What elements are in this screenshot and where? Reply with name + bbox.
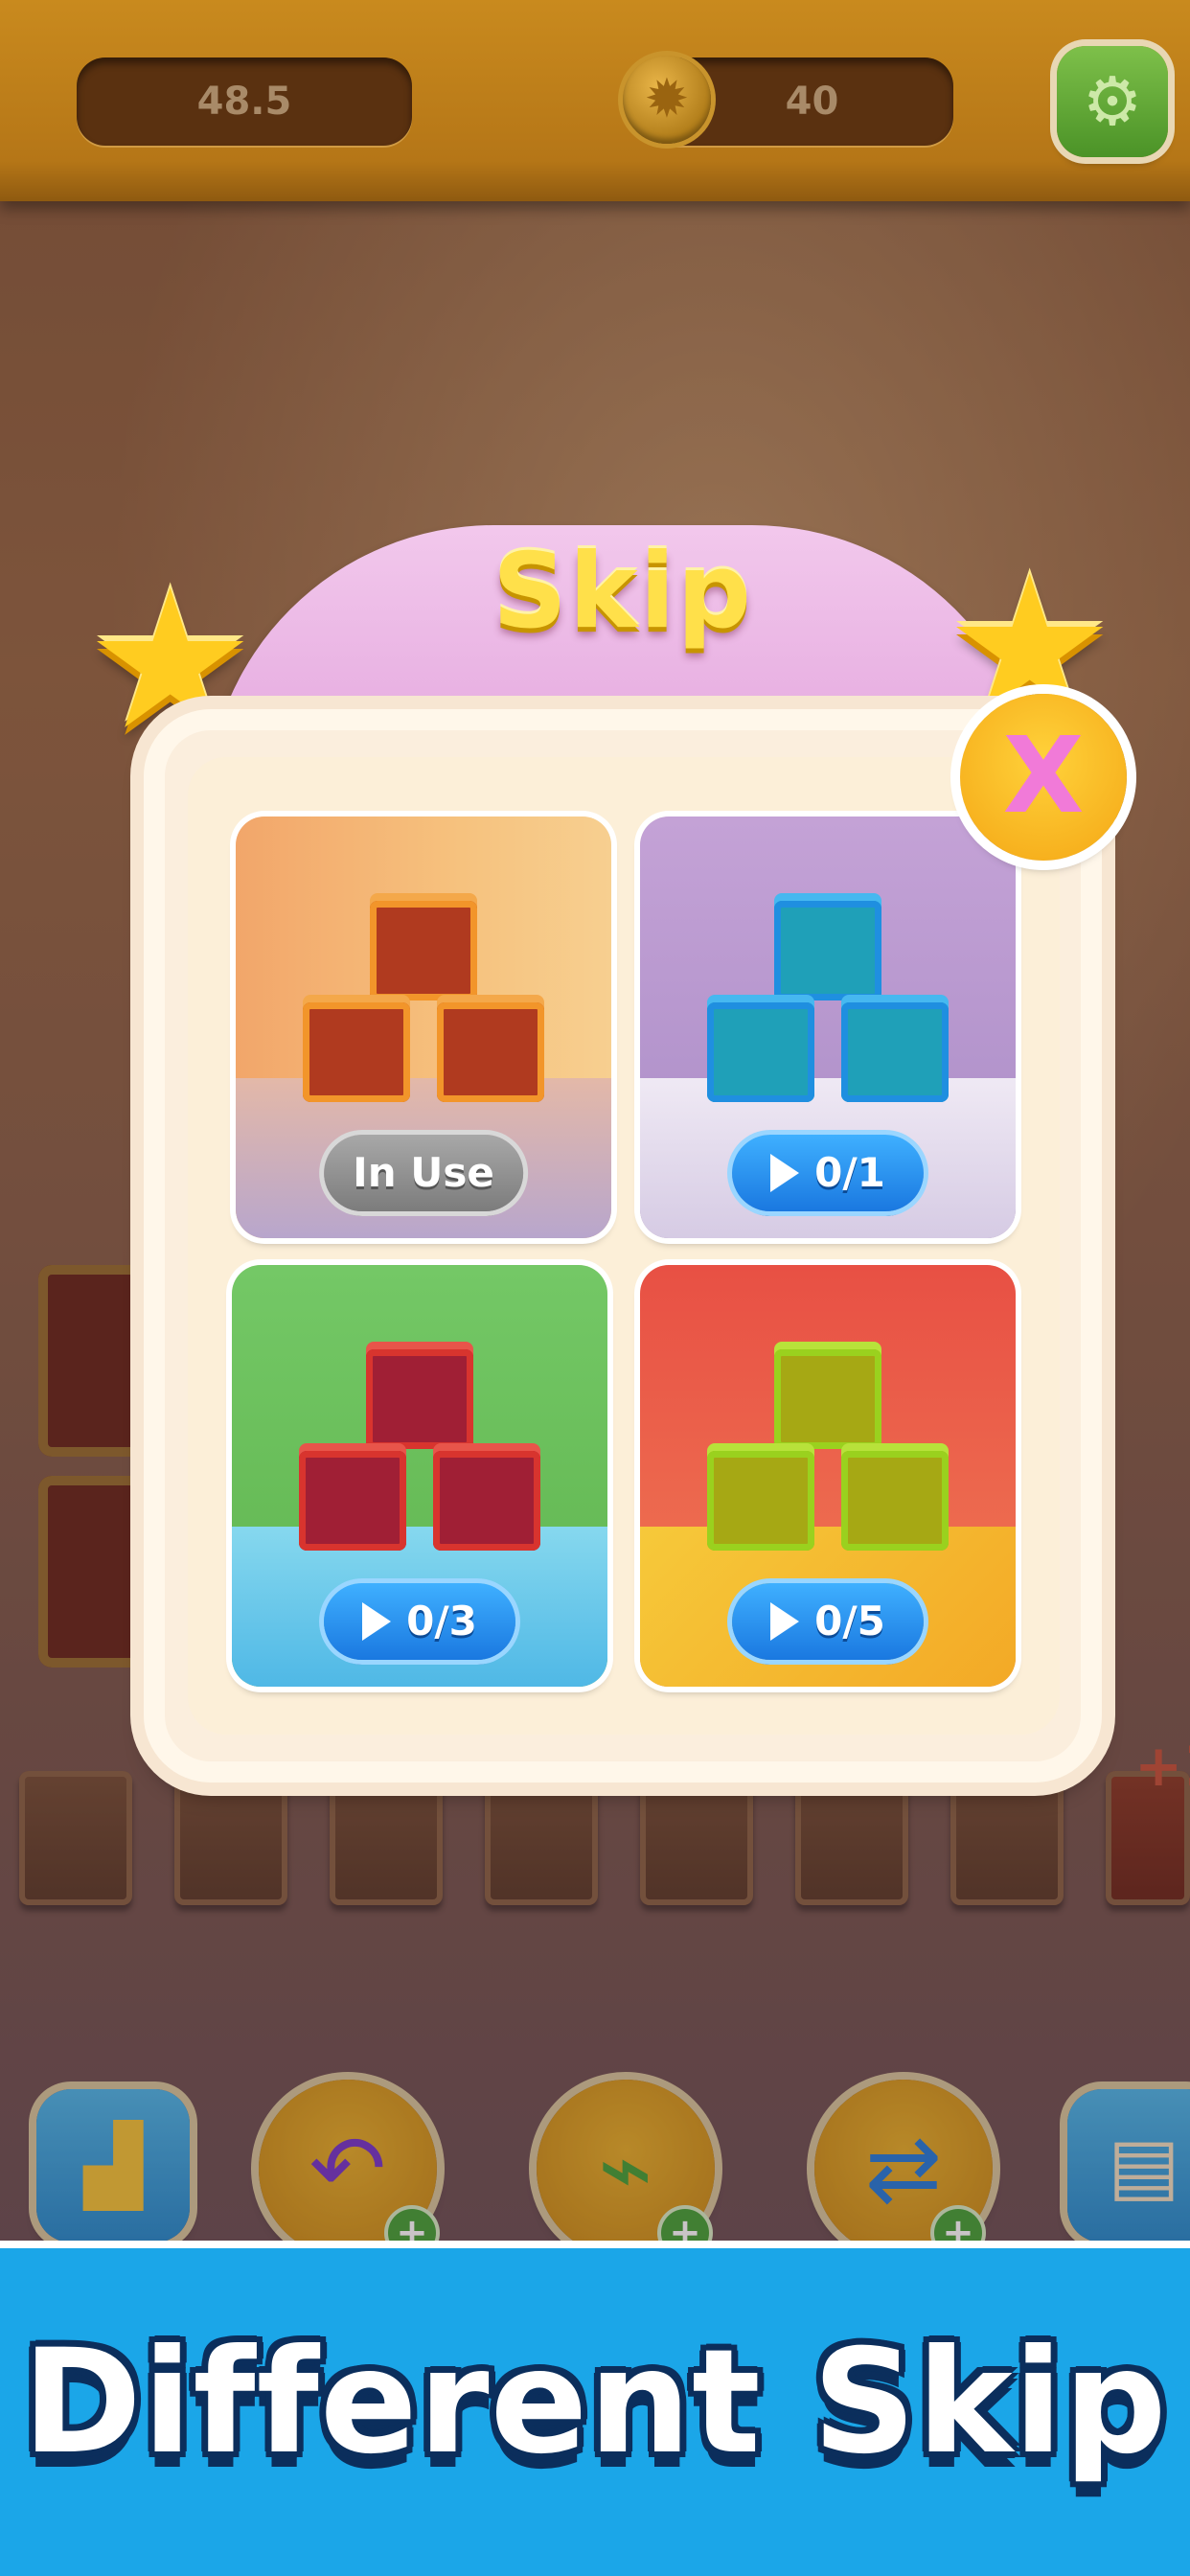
play-icon: [770, 1153, 800, 1192]
ad-progress: 0/3: [406, 1598, 477, 1644]
in-use-badge: In Use: [324, 1135, 523, 1211]
box: [774, 1349, 881, 1449]
ad-progress: 0/5: [814, 1598, 885, 1644]
box-pyramid: [707, 901, 949, 1112]
score-display: 48.5: [77, 58, 412, 146]
gear-icon: ⚙: [1082, 62, 1143, 141]
play-icon: [770, 1601, 800, 1641]
play-icon: [362, 1601, 392, 1641]
watch-ad-button[interactable]: 0/3: [324, 1583, 515, 1660]
skip-option-red[interactable]: 0/3: [232, 1265, 607, 1687]
box-pyramid: [303, 901, 544, 1112]
box: [370, 901, 477, 1000]
box: [841, 1451, 949, 1551]
box: [366, 1349, 473, 1449]
settings-button[interactable]: ⚙: [1057, 46, 1168, 157]
box: [303, 1002, 410, 1102]
close-icon: X: [1002, 714, 1085, 837]
box: [707, 1451, 814, 1551]
box: [437, 1002, 544, 1102]
box: [707, 1002, 814, 1102]
box: [841, 1002, 949, 1102]
skip-option-lime[interactable]: 0/5: [640, 1265, 1016, 1687]
close-button[interactable]: X: [960, 694, 1127, 861]
skip-option-blue[interactable]: 0/1: [640, 816, 1016, 1238]
star-coin-icon: ✹: [623, 56, 711, 144]
box: [299, 1451, 406, 1551]
ad-progress: 0/1: [814, 1149, 885, 1196]
box-pyramid: [707, 1349, 949, 1560]
box: [433, 1451, 540, 1551]
skip-option-orange[interactable]: In Use: [236, 816, 611, 1238]
box-pyramid: [299, 1349, 540, 1560]
popup-title: Skip: [492, 532, 753, 652]
watch-ad-button[interactable]: 0/5: [732, 1583, 924, 1660]
watch-ad-button[interactable]: 0/1: [732, 1135, 924, 1211]
banner-title: Different Skip: [22, 2319, 1168, 2486]
box: [774, 901, 881, 1000]
